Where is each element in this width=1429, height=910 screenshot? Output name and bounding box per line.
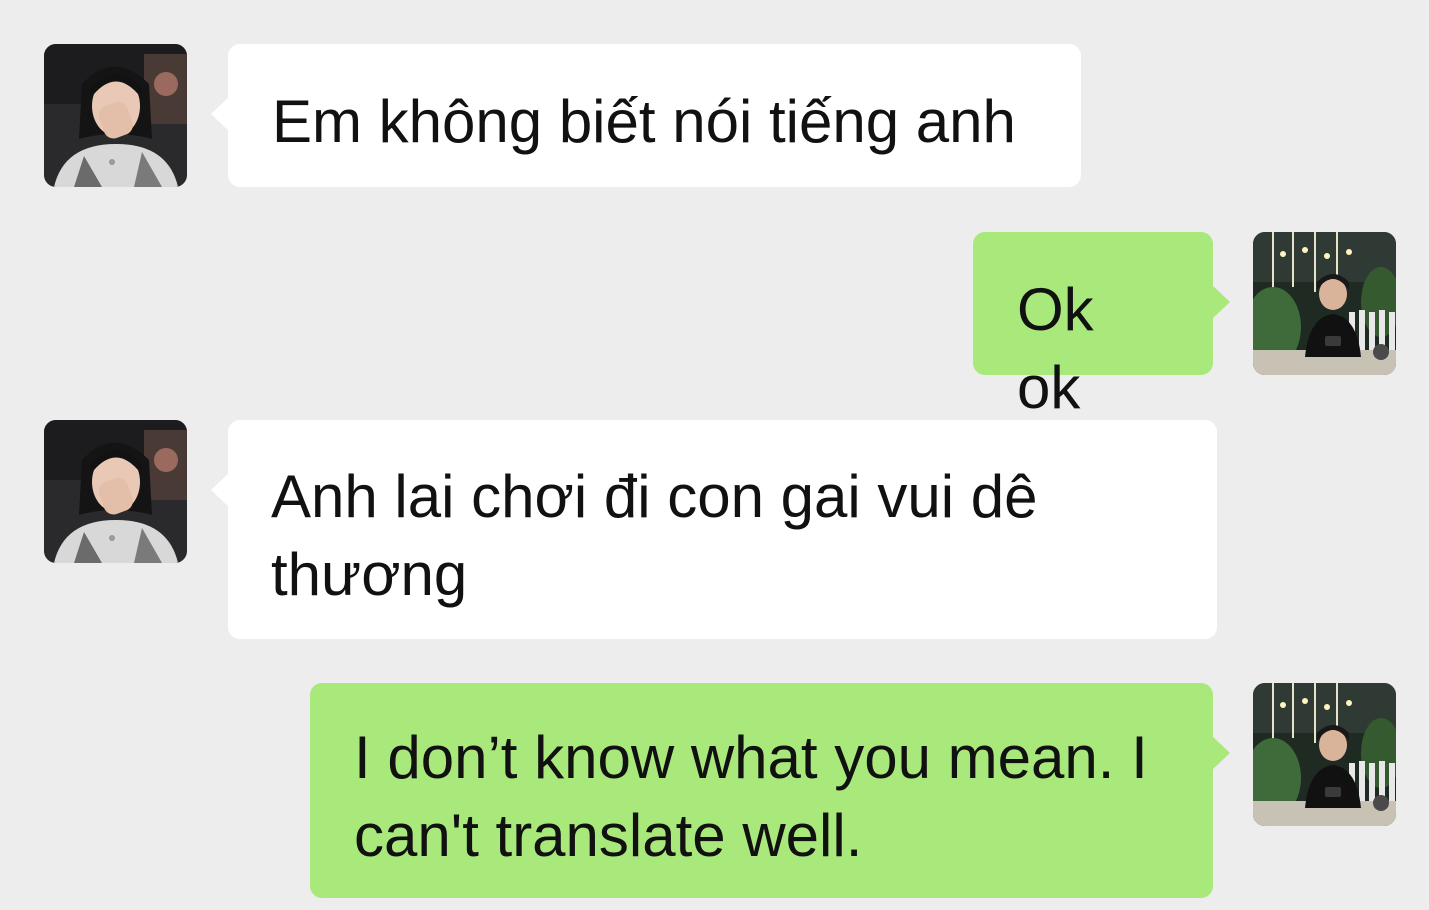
contact-avatar[interactable] [44, 420, 187, 563]
message-text: Ok ok [1017, 276, 1111, 421]
my-avatar-photo [1253, 683, 1396, 826]
my-avatar-photo [1253, 232, 1396, 375]
message-bubble-incoming[interactable]: Em không biết nói tiếng anh [211, 44, 1081, 187]
my-avatar[interactable] [1253, 683, 1396, 826]
message-bubble-outgoing[interactable]: I don’t know what you mean. I can't tran… [310, 683, 1230, 898]
message-bubble-outgoing[interactable]: Ok ok [973, 232, 1230, 421]
message-text: Anh lai chơi đi con gai vui dê thương [271, 463, 1055, 608]
message-bubble-incoming[interactable]: Anh lai chơi đi con gai vui dê thương [211, 420, 1217, 639]
contact-avatar-photo [44, 420, 187, 563]
chat-screen: Em không biết nói tiếng anh Ok ok Anh la… [0, 0, 1429, 910]
message-text: Em không biết nói tiếng anh [272, 88, 1016, 155]
my-avatar[interactable] [1253, 232, 1396, 375]
message-text: I don’t know what you mean. I can't tran… [354, 724, 1165, 869]
contact-avatar[interactable] [44, 44, 187, 187]
contact-avatar-photo [44, 44, 187, 187]
